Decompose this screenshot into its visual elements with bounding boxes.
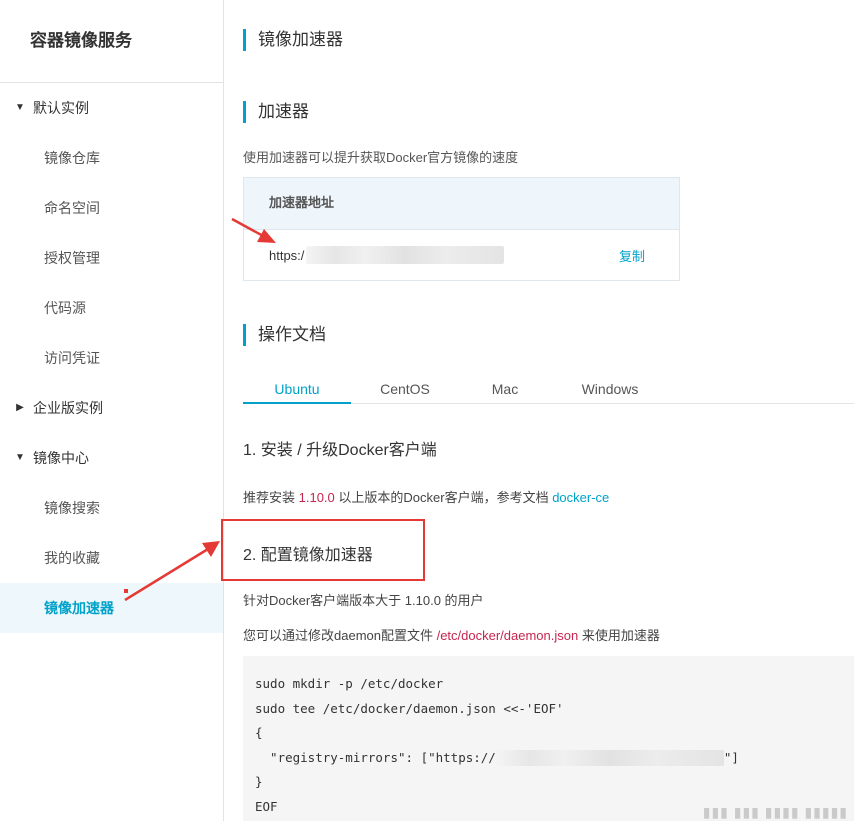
code-line: "registry-mirrors": ["https:// "]	[255, 746, 842, 771]
os-tabs: Ubuntu CentOS Mac Windows	[243, 370, 854, 404]
accelerator-address-card: 加速器地址 https:/ 复制	[243, 177, 680, 281]
docs-heading: 操作文档	[243, 324, 326, 346]
caret-down-icon: ▼	[15, 452, 25, 463]
sidebar-item-access-credentials[interactable]: 访问凭证	[0, 333, 223, 383]
sidebar-item-authorization[interactable]: 授权管理	[0, 233, 223, 283]
step2-text1: 针对Docker客户端版本大于 1.10.0 的用户	[243, 593, 484, 608]
code-line: }	[255, 774, 263, 789]
daemon-json-path: /etc/docker/daemon.json	[436, 628, 579, 643]
code-line-registry: "registry-mirrors": ["https://	[255, 749, 496, 765]
accelerator-address-row: https:/ 复制	[244, 230, 679, 280]
sidebar-item-repositories[interactable]: 镜像仓库	[0, 133, 223, 183]
accelerator-address-header: 加速器地址	[244, 178, 679, 230]
tab-windows[interactable]: Windows	[551, 370, 669, 404]
step2-text2-a: 您可以通过修改daemon配置文件	[243, 628, 437, 643]
tab-centos[interactable]: CentOS	[351, 370, 459, 404]
main-content: 镜像加速器 加速器 使用加速器可以提升获取Docker官方镜像的速度 加速器地址…	[221, 0, 854, 821]
sidebar-nav: ▼ 默认实例 镜像仓库 命名空间 授权管理 代码源 访问凭证 ▶ 企业版实例 ▼…	[0, 83, 223, 633]
sidebar-item-image-accelerator[interactable]: 镜像加速器	[0, 583, 223, 633]
sidebar-item-my-favorites[interactable]: 我的收藏	[0, 533, 223, 583]
nav-group-enterprise-instance[interactable]: ▶ 企业版实例	[0, 383, 223, 433]
copy-button[interactable]: 复制	[619, 246, 645, 265]
caret-down-icon: ▼	[15, 102, 25, 113]
step1-text-a: 推荐安装	[243, 490, 299, 505]
accelerator-heading: 加速器	[243, 101, 309, 123]
step1-title: 1. 安装 / 升级Docker客户端	[243, 442, 437, 459]
code-block[interactable]: sudo mkdir -p /etc/docker sudo tee /etc/d…	[243, 656, 854, 821]
redacted-mirror-url	[495, 750, 724, 766]
sidebar-item-image-search[interactable]: 镜像搜索	[0, 483, 223, 533]
tab-ubuntu[interactable]: Ubuntu	[243, 370, 351, 404]
code-line-suffix: "]	[723, 749, 739, 765]
step1-text-b: 以上版本的Docker客户端，参考文档	[334, 490, 553, 505]
sidebar-item-namespaces[interactable]: 命名空间	[0, 183, 223, 233]
step2-text2-b: 来使用加速器	[578, 628, 660, 643]
nav-group-default-instance[interactable]: ▼ 默认实例	[0, 83, 223, 133]
sidebar-title: 容器镜像服务	[0, 0, 223, 83]
step2-text2: 您可以通过修改daemon配置文件 /etc/docker/daemon.jso…	[243, 625, 660, 644]
nav-group-label: 企业版实例	[33, 400, 103, 416]
sidebar: 容器镜像服务 ▼ 默认实例 镜像仓库 命名空间 授权管理 代码源 访问凭证 ▶ …	[0, 0, 224, 821]
accelerator-description: 使用加速器可以提升获取Docker官方镜像的速度	[243, 150, 519, 165]
watermark: ▮▮▮ ▮▮▮ ▮▮▮▮ ▮▮▮▮▮	[702, 804, 848, 820]
docker-ce-link[interactable]: docker-ce	[552, 490, 609, 505]
nav-group-image-center[interactable]: ▼ 镜像中心	[0, 433, 223, 483]
step1-text: 推荐安装 1.10.0 以上版本的Docker客户端，参考文档 docker-c…	[243, 487, 609, 506]
code-line: sudo tee /etc/docker/daemon.json <<-'EOF…	[255, 700, 564, 716]
code-line: {	[255, 725, 263, 740]
nav-group-label: 默认实例	[33, 100, 89, 116]
sidebar-item-code-source[interactable]: 代码源	[0, 283, 223, 333]
nav-group-label: 镜像中心	[33, 450, 89, 466]
tab-mac[interactable]: Mac	[459, 370, 551, 404]
caret-right-icon: ▶	[16, 402, 24, 413]
step1-version: 1.10.0	[298, 490, 335, 505]
code-line: sudo mkdir -p /etc/docker	[255, 676, 444, 691]
redacted-address	[306, 246, 505, 264]
accelerator-address-prefix: https:/	[269, 247, 305, 263]
page-title: 镜像加速器	[243, 29, 343, 51]
step2-title: 2. 配置镜像加速器	[243, 547, 373, 564]
